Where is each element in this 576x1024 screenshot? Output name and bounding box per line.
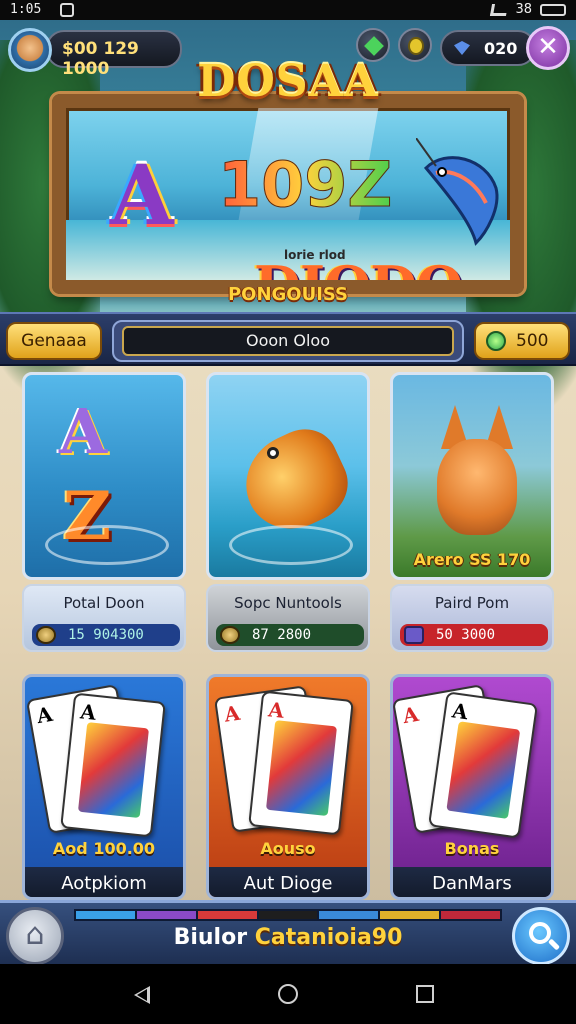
card-pip: A — [79, 699, 98, 725]
cash-button[interactable]: 500 — [474, 322, 570, 360]
blue-gem-icon — [454, 41, 470, 55]
game-tile-info: Sopc Nuntools 87 2800 — [206, 584, 370, 652]
fish-eye — [267, 447, 279, 459]
game-tile-amount: 87 2800 — [216, 624, 364, 646]
game-tile-name: Potal Doon — [63, 594, 145, 612]
card-game-name: Aut Dioge — [209, 867, 367, 897]
card-game-tag: Aouso — [260, 839, 316, 858]
home-icon: ⌂ — [25, 917, 45, 952]
card-game-tile-3[interactable]: A A Bonas DanMars — [390, 674, 554, 900]
card-game-tile-1[interactable]: A A Aod 100.00 Aotpkiom — [22, 674, 186, 900]
jumping-fish-icon — [416, 138, 499, 246]
green-gem-icon — [364, 36, 384, 56]
battery-icon — [540, 3, 566, 16]
coin-icon — [220, 626, 240, 644]
search-input-value: Ooon Oloo — [122, 326, 454, 356]
game-tile-art: Arero SS 170 — [390, 372, 554, 580]
banner-letter: A — [110, 148, 174, 244]
fox-character-art — [437, 439, 517, 535]
card-pip: A — [400, 701, 421, 729]
game-screen: $00 129 1000 020 ✕ A 109Z lorie rlod DIO… — [0, 20, 576, 964]
card-pip: A — [222, 700, 242, 727]
game-tile-art: A Z — [22, 372, 186, 580]
progress-bar — [74, 909, 502, 921]
search-icon-handle — [547, 938, 561, 951]
playing-card-front: A — [427, 691, 539, 839]
progress-segment — [197, 911, 257, 919]
home-button[interactable]: ⌂ — [6, 907, 64, 964]
game-tile-name: Paird Pom — [434, 594, 510, 612]
progress-segment — [380, 911, 440, 919]
card-game-tag: Aod 100.00 — [52, 839, 156, 858]
featured-banner[interactable]: A 109Z lorie rlod DIODO — [52, 94, 524, 294]
game-tile-amount-value: 50 3000 — [436, 627, 496, 643]
game-tile-amount: 50 3000 — [400, 624, 548, 646]
card-face-art — [77, 722, 150, 819]
gem-icon — [486, 331, 506, 351]
bottom-caption-prefix: Biulor — [173, 925, 248, 950]
bottom-caption-accent: Catanioia90 — [254, 925, 403, 950]
progress-segment — [258, 911, 318, 919]
card-face-art — [446, 721, 521, 819]
back-icon[interactable] — [134, 986, 150, 1004]
status-time: 1:05 — [10, 2, 42, 17]
card-pip: A — [267, 697, 286, 723]
bottom-caption: Biulor Catanioia90 — [74, 925, 502, 950]
card-game-tag: Bonas — [444, 839, 500, 858]
letter-a-art: A — [59, 395, 108, 468]
water-ripple — [45, 525, 169, 565]
progress-segment — [76, 911, 135, 919]
cash-value: 500 — [516, 331, 549, 351]
coin-icon — [408, 37, 424, 55]
search-button[interactable] — [512, 907, 570, 964]
recent-apps-icon[interactable] — [416, 985, 434, 1003]
card-game-tile-2[interactable]: A A Aouso Aut Dioge — [206, 674, 370, 900]
water-ripple — [229, 525, 353, 565]
game-tile-caption: Arero SS 170 — [413, 550, 531, 569]
bottom-bar: ⌂ Biulor Catanioia90 — [0, 900, 576, 964]
game-tile-info: Potal Doon 15 904300 — [22, 584, 186, 652]
menu-strip: Genaaa Ooon Oloo 500 — [0, 312, 576, 366]
home-circle-icon[interactable] — [278, 984, 298, 1004]
coin-icon — [36, 626, 56, 644]
progress-segment — [136, 911, 196, 919]
game-tile-art — [206, 372, 370, 580]
status-bar: 1:05 38 — [0, 0, 576, 20]
dice-icon — [404, 626, 424, 644]
card-face-art — [265, 720, 338, 817]
game-tile-name: Sopc Nuntools — [234, 594, 342, 612]
game-tile-amount-value: 15 904300 — [68, 627, 144, 643]
signal-icon — [490, 3, 509, 16]
playing-card-front: A — [248, 690, 354, 836]
notification-icon — [60, 3, 74, 17]
game-tile-info: Paird Pom 50 3000 — [390, 584, 554, 652]
banner-number: 109Z — [217, 148, 393, 222]
search-input[interactable]: Ooon Oloo — [112, 320, 464, 362]
banner-subtitle: PONGOUISS — [227, 284, 349, 305]
status-signal-text: 38 — [515, 2, 532, 17]
game-tile-amount: 15 904300 — [32, 624, 180, 646]
system-navigation-bar — [0, 964, 576, 1024]
card-pip: A — [450, 698, 470, 725]
card-game-name: Aotpkiom — [25, 867, 183, 897]
game-tile-amount-value: 87 2800 — [252, 627, 312, 643]
status-indicators: 38 — [490, 2, 566, 17]
progress-segment — [319, 911, 379, 919]
playing-card-front: A — [60, 692, 166, 838]
genre-button[interactable]: Genaaa — [6, 322, 102, 360]
progress-segment — [441, 911, 501, 919]
game-title: DOSAA — [197, 56, 379, 107]
card-game-name: DanMars — [393, 867, 551, 897]
card-pip: A — [34, 701, 55, 729]
